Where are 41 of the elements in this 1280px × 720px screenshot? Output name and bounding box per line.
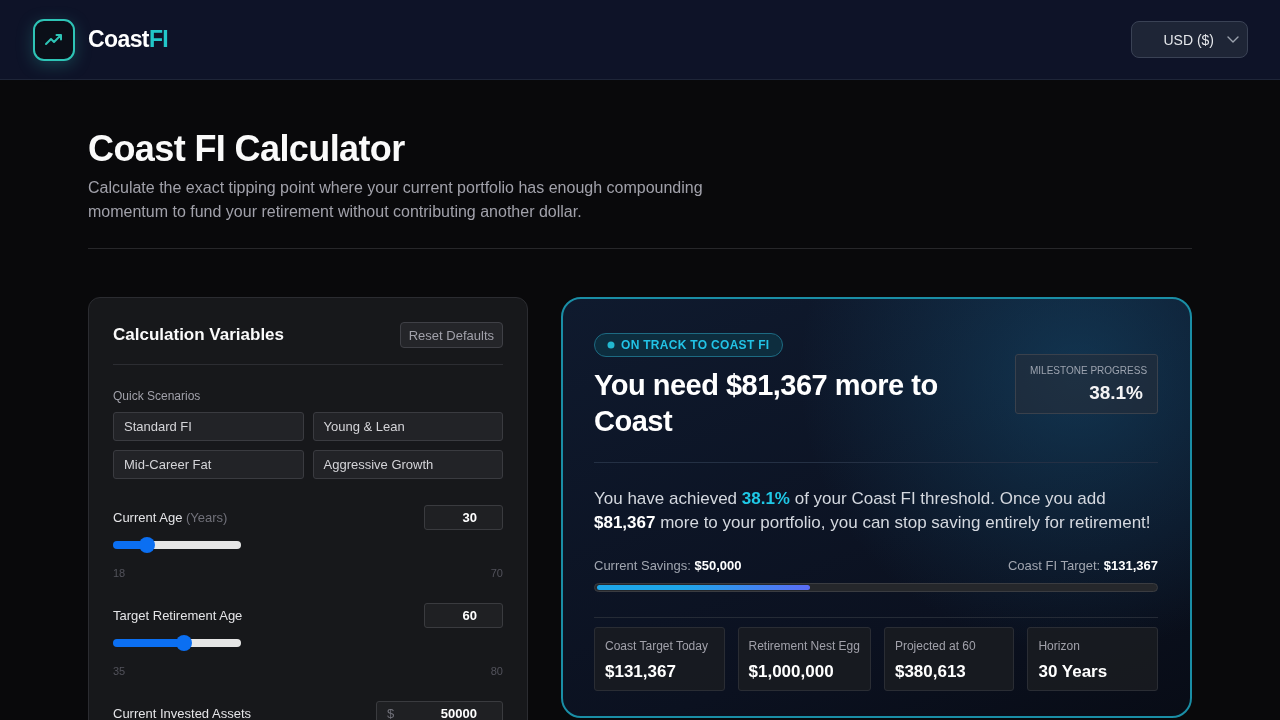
status-dot-icon	[607, 341, 615, 349]
target-label: Coast FI Target: $131,367	[1007, 558, 1158, 574]
stat-value: $380,613	[894, 662, 967, 682]
scenario-button[interactable]: Young & Lean	[312, 412, 503, 441]
slider-thumb[interactable]	[175, 635, 192, 651]
page-title: Coast FI Calculator	[88, 127, 406, 171]
range-max-label: 80	[490, 664, 503, 678]
current-savings-label: Current Savings: $50,000	[594, 558, 742, 574]
page-subtitle: Calculate the exact tipping point where your current portfolio has enough compounding momentum to fund your retirement without contributing another dollar.	[88, 178, 704, 222]
scenario-button[interactable]: Mid-Career Fat	[113, 450, 304, 479]
range-min-label: 18	[113, 566, 126, 580]
reset-button[interactable]: Reset Defaults	[399, 322, 503, 348]
currency-input[interactable]: $ 50000	[376, 701, 503, 720]
number-input[interactable]: 60	[424, 603, 503, 628]
chevron-down-icon	[1227, 36, 1239, 43]
field-label: Target Retirement Age	[113, 608, 243, 623]
logo-text: CoastFI	[88, 26, 169, 53]
field-label: Current Age (Years)	[113, 510, 228, 525]
stat-value: $131,367	[605, 662, 677, 682]
currency-select[interactable]: USD ($)	[1131, 21, 1248, 58]
result-summary: You have achieved 38.1% of your Coast FI threshold. Once you add $81,367 more to your portfolio, you can stop saving entirely for retirement!	[594, 488, 1152, 534]
result-headline: You need $81,367 more to Coast	[594, 368, 939, 439]
stat-label: Retirement Nest Egg	[748, 639, 860, 654]
stat-value: $1,000,000	[748, 662, 835, 682]
stat-value: 30 Years	[1038, 662, 1109, 682]
scenario-button[interactable]: Standard FI	[113, 412, 304, 441]
status-text: ON TRACK TO COAST FI	[621, 338, 770, 352]
field-label: Current Invested Assets	[113, 706, 251, 720]
currency-symbol: $	[387, 706, 395, 720]
scenario-button[interactable]: Aggressive Growth	[312, 450, 503, 479]
logo-icon	[33, 18, 75, 61]
range-max-label: 70	[490, 566, 503, 580]
panel-title: Calculation Variables	[113, 325, 284, 345]
section-label: Quick Scenarios	[113, 388, 202, 404]
stat-label: Coast Target Today	[605, 639, 709, 654]
stat-label: Horizon	[1038, 639, 1081, 654]
range-min-label: 35	[113, 664, 126, 678]
stat-label: Projected at 60	[894, 639, 977, 654]
milestone-value: 38.1%	[1088, 382, 1143, 404]
number-input[interactable]: 30	[424, 505, 503, 530]
slider-thumb[interactable]	[138, 537, 155, 553]
